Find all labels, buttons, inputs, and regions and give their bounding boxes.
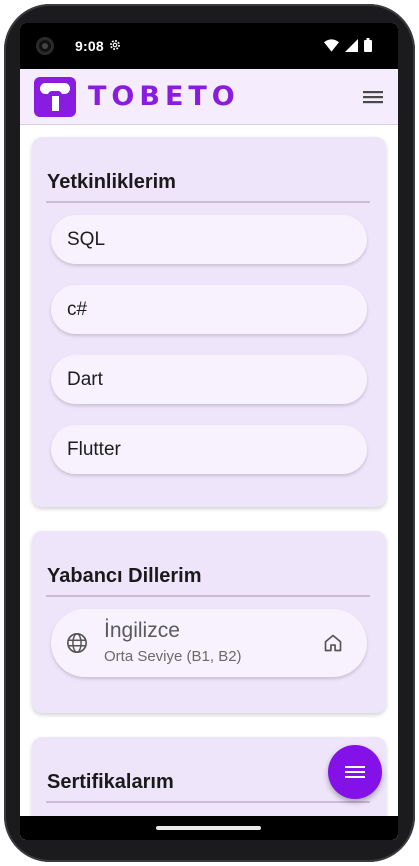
system-icons <box>324 38 372 52</box>
skill-item-flutter[interactable]: Flutter <box>51 425 367 474</box>
cellular-signal-icon <box>345 38 358 52</box>
settings-gear-icon <box>110 40 120 50</box>
profile-content[interactable]: Yetkinliklerim SQL c# Dart Flutter Yaban… <box>20 125 398 840</box>
certificates-divider <box>46 801 370 803</box>
languages-title: Yabancı Dillerim <box>47 565 202 587</box>
status-bar: 9:08 <box>20 23 398 69</box>
skills-divider <box>46 201 370 203</box>
status-time: 9:08 <box>75 38 104 54</box>
skill-item-sql[interactable]: SQL <box>51 215 367 264</box>
hamburger-menu-icon[interactable] <box>360 85 386 109</box>
skill-item-dart[interactable]: Dart <box>51 355 367 404</box>
skill-item-csharp[interactable]: c# <box>51 285 367 334</box>
wifi-icon <box>324 38 339 52</box>
skills-card: Yetkinliklerim SQL c# Dart Flutter <box>32 137 386 507</box>
device-frame: 9:08 TOBETO Yetkinliklerim SQL c# Dart F… <box>0 0 419 866</box>
floating-menu-button[interactable] <box>328 745 382 799</box>
battery-icon <box>364 38 372 52</box>
skills-title: Yetkinliklerim <box>47 171 176 193</box>
phone-screen: 9:08 TOBETO Yetkinliklerim SQL c# Dart F… <box>20 23 398 840</box>
home-gesture-bar[interactable] <box>156 826 261 830</box>
languages-card: Yabancı Dillerim İngilizce Orta Seviye (… <box>32 531 386 713</box>
app-bar: TOBETO <box>20 69 398 125</box>
home-icon[interactable] <box>323 633 343 653</box>
system-navigation-bar <box>20 816 398 840</box>
language-name: İngilizce <box>104 619 180 642</box>
brand-name: TOBETO <box>88 81 240 112</box>
globe-icon <box>67 633 87 653</box>
languages-divider <box>46 595 370 597</box>
certificates-title: Sertifikalarım <box>47 771 174 793</box>
language-level: Orta Seviye (B1, B2) <box>104 648 242 665</box>
front-camera <box>36 37 54 55</box>
menu-lines-icon <box>345 766 365 778</box>
language-item-english[interactable]: İngilizce Orta Seviye (B1, B2) <box>51 609 367 677</box>
tobeto-logo-icon <box>34 77 76 117</box>
